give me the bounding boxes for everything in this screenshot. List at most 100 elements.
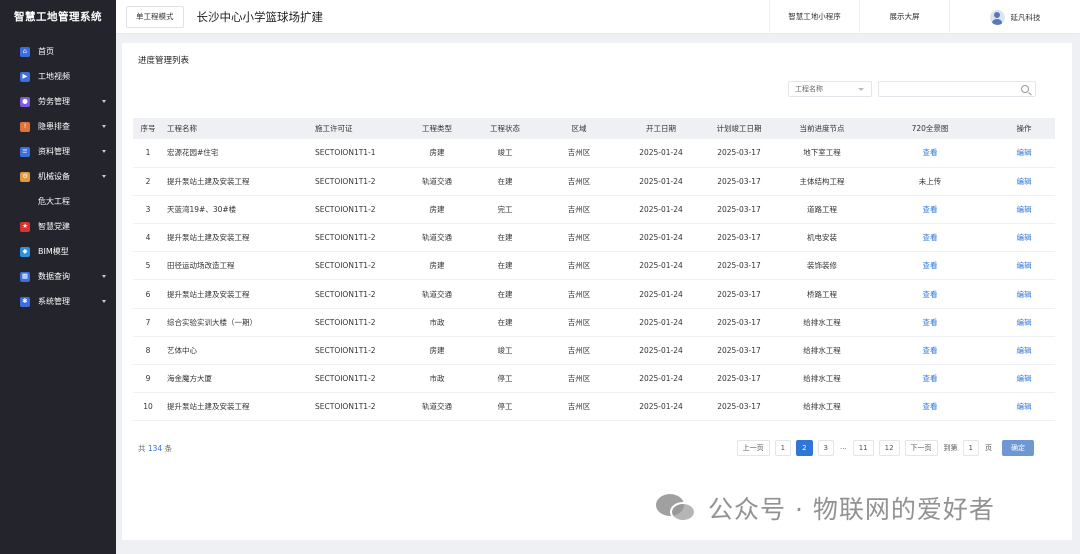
panorama-view-link[interactable]: 查看 [923,148,938,157]
permit-number: SECTOION1T1-2 [311,308,401,337]
col-end-date: 计划竣工日期 [701,118,777,139]
search-icon[interactable] [1021,85,1029,93]
region: 吉州区 [537,195,621,225]
sidebar-item[interactable]: ◆ BIM模型 [0,239,116,264]
edit-link-cell: 编辑 [993,167,1055,196]
sidebar-item-label: 数据查询 [38,272,70,281]
project-status: 停工 [473,392,537,422]
edit-link[interactable]: 编辑 [1017,346,1032,355]
page-number-button[interactable]: 2 [796,440,813,456]
edit-link[interactable]: 编辑 [1017,402,1032,411]
progress-node: 主体结构工程 [777,167,867,196]
edit-link[interactable]: 编辑 [1017,318,1032,327]
project-name: 艺体中心 [163,336,311,366]
row-index: 4 [133,223,163,253]
prev-page-button[interactable]: 上一页 [736,440,770,456]
sidebar-item[interactable]: 危大工程 [0,189,116,214]
end-date: 2025-03-17 [701,336,777,366]
edit-link-cell: 编辑 [993,308,1055,337]
labor-icon: ● [20,96,30,107]
progress-node: 装饰装修 [777,251,867,281]
total-suffix: 条 [164,444,173,453]
page-number-button[interactable]: 12 [878,440,900,456]
edit-link[interactable]: 编辑 [1017,374,1032,383]
search-input[interactable] [878,81,1036,97]
sidebar-item[interactable]: ▦ 数据查询 [0,264,116,289]
sidebar-item[interactable]: ⌂ 首页 [0,39,116,64]
edit-link[interactable]: 编辑 [1017,148,1032,157]
panorama-view-link[interactable]: 查看 [923,261,938,270]
project-type: 轨道交通 [401,279,473,309]
start-date: 2025-01-24 [621,364,701,394]
col-status: 工程状态 [473,118,537,139]
table-row: 7 综合实验实训大楼（一期） SECTOION1T1-2 市政 在建 吉州区 2025-01… [133,308,1055,337]
bim-icon: ◆ [20,246,30,257]
sidebar: 智慧工地管理系统 ⌂ 首页 ▶ 工地视频 ● 劳务管理! 隐患排查 ≡ 资料管理 ⚙ 机械设备 危大工… [0,0,116,554]
project-name-select[interactable]: 工程名称 [788,81,872,97]
end-date: 2025-03-17 [701,195,777,225]
panorama-view-cell: 查看 [867,223,993,253]
table-row: 9 海金魔方大厦 SECTOION1T1-2 市政 停工 吉州区 2025-01-24 202… [133,364,1055,394]
user-menu[interactable]: 延凡科技 [949,0,1080,34]
pagination: 上一页 1 2 3... 11 12 下一页 到第 1 页确定 [732,440,1034,456]
project-type: 轨道交通 [401,223,473,253]
edit-link[interactable]: 编辑 [1017,261,1032,270]
start-date: 2025-01-24 [621,223,701,253]
project-name: 田径运动场改造工程 [163,251,311,281]
edit-link[interactable]: 编辑 [1017,290,1032,299]
page-number-button[interactable]: 11 [852,440,874,456]
progress-table: 序号 工程名称 施工许可证 工程类型 工程状态 区域 开工日期 计划竣工日期 当… [133,118,1055,422]
panorama-view-link[interactable]: 查看 [923,290,938,299]
sidebar-item[interactable]: ✱ 系统管理 [0,289,116,314]
page-number-button[interactable]: 3 [817,440,834,456]
edit-link-cell: 编辑 [993,223,1055,253]
table-header-row: 序号 工程名称 施工许可证 工程类型 工程状态 区域 开工日期 计划竣工日期 当… [133,118,1055,139]
goto-page-input[interactable]: 1 [962,440,979,456]
row-index: 7 [133,308,163,337]
chevron-down-icon [102,100,106,103]
data-icon: ▦ [20,271,30,282]
row-index: 8 [133,336,163,366]
sidebar-item[interactable]: ⚙ 机械设备 [0,164,116,189]
next-page-button[interactable]: 下一页 [904,440,938,456]
region: 吉州区 [537,336,621,366]
edit-link[interactable]: 编辑 [1017,177,1032,186]
project-status: 在建 [473,251,537,281]
sidebar-item[interactable]: ● 劳务管理 [0,89,116,114]
end-date: 2025-03-17 [701,279,777,309]
sidebar-item-label: 系统管理 [38,297,70,306]
sidebar-item-label: BIM模型 [38,247,69,256]
edit-link[interactable]: 编辑 [1017,233,1032,242]
sidebar-item[interactable]: ★ 智慧党建 [0,214,116,239]
edit-link[interactable]: 编辑 [1017,205,1032,214]
permit-number: SECTOION1T1-2 [311,251,401,281]
panorama-view-link[interactable]: 查看 [923,318,938,327]
mini-program-link[interactable]: 智慧工地小程序 [769,0,859,34]
sidebar-item[interactable]: ≡ 资料管理 [0,139,116,164]
project-type: 市政 [401,364,473,394]
region: 吉州区 [537,139,621,168]
row-index: 5 [133,251,163,281]
start-date: 2025-01-24 [621,139,701,168]
confirm-button[interactable]: 确定 [1002,440,1034,456]
big-screen-link[interactable]: 展示大屏 [859,0,949,34]
sidebar-item-label: 智慧党建 [38,222,70,231]
panorama-view-link[interactable]: 查看 [923,233,938,242]
panorama-view-link[interactable]: 查看 [923,205,938,214]
panorama-view-link[interactable]: 查看 [923,374,938,383]
sidebar-item[interactable]: ▶ 工地视频 [0,64,116,89]
table-row: 10 提升泵站土建及安装工程 SECTOION1T1-2 轨道交通 停工 吉州区 2025-… [133,392,1055,422]
panorama-view-link[interactable]: 查看 [923,346,938,355]
page-number-button[interactable]: 1 [774,440,792,456]
panorama-view-link[interactable]: 查看 [923,402,938,411]
edit-link-cell: 编辑 [993,392,1055,422]
sidebar-item-label: 首页 [38,47,54,56]
edit-link-cell: 编辑 [993,336,1055,366]
project-status: 竣工 [473,336,537,366]
panorama-view-cell: 查看 [867,392,993,422]
panorama-view-cell: 查看 [867,364,993,394]
sidebar-item[interactable]: ! 隐患排查 [0,114,116,139]
single-project-mode-button[interactable]: 单工程模式 [126,5,184,28]
col-region: 区域 [537,118,621,139]
col-panorama: 720全景图 [867,118,993,139]
